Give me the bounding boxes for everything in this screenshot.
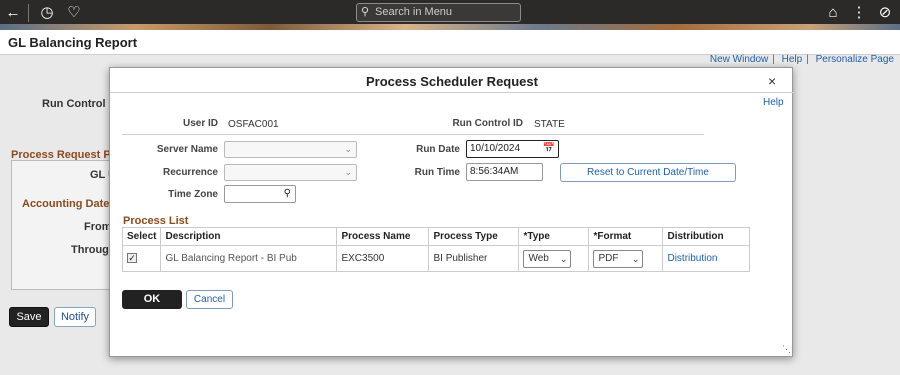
search-placeholder: Search in Menu [375, 6, 453, 18]
close-icon[interactable]: × [768, 73, 776, 89]
select-checkbox[interactable]: ✓ [127, 253, 137, 263]
column-header-type: *Type [518, 227, 590, 246]
format-value: PDF [598, 252, 619, 264]
run-time-label: Run Time [414, 167, 460, 178]
top-navigation-bar: ← ◷ ♡ ⚲ Search in Menu ⌂ ⋮ ⊘ [0, 0, 900, 30]
process-type-cell: BI Publisher [428, 245, 520, 272]
distribution-cell: Distribution [662, 245, 750, 272]
help-link[interactable]: Help [782, 54, 803, 65]
page-links: New Window | Help | Personalize Page [709, 54, 894, 65]
user-id-value: OSFAC001 [228, 119, 279, 130]
search-icon: ⚲ [361, 6, 370, 18]
run-control-label: Run Control ID [42, 98, 120, 110]
distribution-link[interactable]: Distribution [667, 253, 717, 264]
run-control-id-label: Run Control ID [452, 118, 523, 129]
calendar-icon[interactable]: 📅 [543, 141, 555, 157]
more-actions-icon[interactable]: ⋮ [850, 4, 868, 22]
format-cell: PDF ⌄ [588, 245, 664, 272]
column-header-process-type: Process Type [428, 227, 520, 246]
chevron-down-icon: ⌄ [344, 144, 352, 154]
column-header-process-name: Process Name [336, 227, 430, 246]
column-header-description: Description [160, 227, 338, 246]
banner-strip [0, 24, 900, 30]
run-time-input[interactable]: 8:56:34AM [466, 163, 543, 181]
reset-date-time-button[interactable]: Reset to Current Date/Time [560, 163, 736, 182]
time-zone-label: Time Zone [168, 189, 218, 200]
time-zone-input[interactable]: ⚲ [224, 185, 296, 203]
type-select[interactable]: Web ⌄ [523, 249, 572, 268]
column-header-format: *Format [588, 227, 664, 246]
modal-help-link[interactable]: Help [763, 97, 784, 108]
notify-button[interactable]: Notify [54, 307, 96, 327]
column-header-distribution: Distribution [662, 227, 750, 246]
server-name-select[interactable]: ⌄ [224, 141, 357, 158]
menu-search-input[interactable]: ⚲ Search in Menu [356, 3, 521, 22]
navbar-compass-icon[interactable]: ⊘ [876, 4, 894, 22]
search-icon[interactable]: ⚲ [284, 186, 291, 202]
table-header-row: Select Description Process Name Process … [121, 227, 750, 246]
user-id-label: User ID [182, 118, 218, 129]
modal-title: Process Scheduler Request [366, 74, 538, 89]
run-date-input[interactable]: 10/10/2024 📅 [466, 140, 559, 158]
process-scheduler-modal: Process Scheduler Request × Help User ID… [109, 67, 794, 357]
process-name-cell: EXC3500 [336, 245, 430, 272]
new-window-link[interactable]: New Window [710, 54, 768, 65]
chevron-down-icon: ⌄ [631, 253, 640, 264]
column-header-select: Select [121, 227, 162, 246]
table-row: ✓ GL Balancing Report - BI Pub EXC3500 B… [121, 245, 750, 272]
save-button[interactable]: Save [9, 307, 49, 327]
ok-button[interactable]: OK [122, 290, 182, 309]
divider [28, 4, 29, 22]
recurrence-select[interactable]: ⌄ [224, 164, 357, 181]
home-icon[interactable]: ⌂ [824, 4, 842, 22]
personalize-page-link[interactable]: Personalize Page [816, 54, 894, 65]
recurrence-label: Recurrence [162, 167, 218, 178]
run-time-value: 8:56:34AM [470, 166, 519, 177]
back-arrow-icon[interactable]: ← [4, 4, 22, 22]
from-label: From [84, 221, 112, 233]
format-select[interactable]: PDF ⌄ [593, 249, 644, 268]
process-list-title: Process List [123, 215, 189, 227]
select-cell: ✓ [121, 245, 162, 272]
server-name-label: Server Name [156, 144, 218, 155]
run-control-id-value: STATE [534, 119, 565, 130]
type-value: Web [528, 252, 549, 264]
page-title: GL Balancing Report [8, 35, 138, 50]
chevron-down-icon: ⌄ [344, 167, 352, 177]
run-date-label: Run Date [416, 144, 460, 155]
process-list-table: Select Description Process Name Process … [121, 227, 750, 272]
description-cell: GL Balancing Report - BI Pub [160, 245, 338, 272]
resize-handle-icon[interactable]: ⋱ [782, 344, 791, 355]
chevron-down-icon: ⌄ [559, 253, 568, 264]
favorites-icon[interactable]: ♡ [65, 4, 83, 22]
accounting-date-title: Accounting Date [22, 198, 110, 210]
history-icon[interactable]: ◷ [38, 4, 56, 22]
modal-header-divider [110, 92, 794, 93]
type-cell: Web ⌄ [518, 245, 590, 272]
run-date-value: 10/10/2024 [470, 143, 521, 154]
cancel-button[interactable]: Cancel [186, 290, 233, 309]
section-divider [122, 134, 704, 135]
